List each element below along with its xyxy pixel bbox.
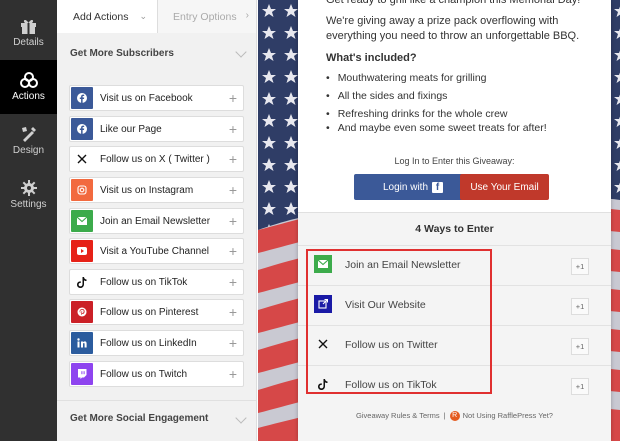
plus-icon[interactable]: + [223, 244, 243, 258]
action-follow-x[interactable]: Follow us on X ( Twitter ) + [69, 146, 244, 172]
gear-icon [20, 180, 37, 196]
design-icon [21, 127, 36, 142]
login-fb-label: Login with [382, 181, 429, 193]
nav-details[interactable]: Details [0, 6, 57, 60]
facebook-icon: f [432, 181, 444, 193]
left-nav: Details Actions Design Settings [0, 0, 57, 441]
login-email-label: Use Your Email [470, 181, 539, 193]
ways-title: 4 Ways to Enter [415, 223, 494, 235]
points-badge: +1 [571, 338, 589, 355]
plus-icon[interactable]: + [223, 152, 243, 166]
facebook-icon [71, 87, 93, 109]
action-like-page[interactable]: Like our Page + [69, 116, 244, 142]
action-label: Follow us on LinkedIn [100, 337, 197, 349]
highlight-box [306, 249, 492, 394]
action-youtube[interactable]: Visit a YouTube Channel + [69, 238, 244, 264]
points-badge: +1 [571, 258, 589, 275]
bullet-item: Refreshing drinks for the whole crew [326, 108, 508, 120]
action-visit-facebook[interactable]: Visit us on Facebook + [69, 85, 244, 111]
rafflepress-logo-icon: R [449, 411, 460, 422]
rules-link[interactable]: Giveaway Rules & Terms [356, 411, 440, 420]
panel-tabs: Add Actions ⌄ Entry Options › [57, 0, 256, 33]
plus-icon[interactable]: + [223, 305, 243, 319]
email-icon [71, 210, 93, 232]
intro-line-1: Get ready to grill like a champion this … [326, 0, 581, 6]
tab-entry-options-label: Entry Options [173, 10, 237, 23]
tab-entry-options[interactable]: Entry Options › [157, 0, 256, 33]
action-label: Like our Page [100, 123, 162, 135]
nav-actions-label: Actions [12, 91, 45, 102]
footer-separator: | [443, 411, 446, 420]
action-label: Visit a YouTube Channel [100, 245, 209, 257]
plus-icon[interactable]: + [223, 122, 243, 136]
plus-icon[interactable]: + [223, 336, 243, 350]
action-label: Visit us on Instagram [100, 184, 194, 196]
chevron-right-icon: › [245, 10, 249, 21]
plus-icon[interactable]: + [223, 275, 243, 289]
action-linkedin[interactable]: Follow us on LinkedIn + [69, 330, 244, 356]
use-your-email-button[interactable]: Use Your Email [460, 174, 549, 200]
x-icon [71, 148, 93, 170]
action-label: Join an Email Newsletter [100, 215, 211, 227]
login-with-facebook-button[interactable]: Login with f [354, 174, 472, 200]
points-badge: +1 [571, 378, 589, 395]
action-email-newsletter[interactable]: Join an Email Newsletter + [69, 208, 244, 234]
twitch-icon [71, 363, 93, 385]
points-badge: +1 [571, 298, 589, 315]
youtube-icon [71, 240, 93, 262]
action-tiktok[interactable]: Follow us on TikTok + [69, 269, 244, 295]
linkedin-icon [71, 332, 93, 354]
instagram-icon [71, 179, 93, 201]
included-heading: What's included? [326, 52, 417, 64]
chevron-down-icon [235, 412, 247, 424]
tiktok-icon [71, 271, 93, 293]
nav-design[interactable]: Design [0, 114, 57, 168]
pinterest-icon [71, 301, 93, 323]
bullet-item: All the sides and fixings [326, 90, 448, 102]
plus-icon[interactable]: + [223, 214, 243, 228]
action-label: Visit us on Facebook [100, 92, 193, 104]
card-footer: Giveaway Rules & Terms | R Not Using Raffle… [298, 411, 611, 422]
section-get-more-social-engagement[interactable]: Get More Social Engagement [57, 400, 256, 436]
nav-settings-label: Settings [10, 199, 47, 210]
actions-icon [19, 72, 38, 88]
action-pinterest[interactable]: Follow us on Pinterest + [69, 299, 244, 325]
plus-icon[interactable]: + [223, 367, 243, 381]
section-title: Get More Subscribers [70, 47, 174, 59]
action-visit-instagram[interactable]: Visit us on Instagram + [69, 177, 244, 203]
intro-line-2b: everything you need to throw an unforget… [326, 30, 580, 42]
gift-icon [21, 19, 36, 34]
rafflepress-link[interactable]: Not Using RafflePress Yet? [463, 411, 553, 420]
chevron-down-icon [235, 46, 247, 58]
tab-add-actions[interactable]: Add Actions ⌄ [57, 0, 157, 33]
bullet-item: Mouthwatering meats for grilling [326, 72, 487, 84]
action-label: Follow us on Twitch [100, 368, 188, 380]
action-label: Follow us on TikTok [100, 276, 188, 288]
tab-add-actions-label: Add Actions [73, 10, 129, 23]
giveaway-description: Get ready to grill like a champion this … [298, 0, 611, 212]
login-label: Log In to Enter this Giveaway: [394, 156, 515, 166]
nav-actions[interactable]: Actions [0, 60, 57, 114]
chevron-down-icon: ⌄ [139, 11, 147, 21]
action-label: Follow us on X ( Twitter ) [100, 153, 210, 165]
plus-icon[interactable]: + [223, 183, 243, 197]
nav-details-label: Details [13, 37, 44, 48]
action-label: Follow us on Pinterest [100, 306, 199, 318]
intro-line-2a: We're giving away a prize pack overflowi… [326, 15, 559, 27]
plus-icon[interactable]: + [223, 91, 243, 105]
bullet-item: And maybe even some sweet treats for aft… [326, 122, 547, 134]
action-twitch[interactable]: Follow us on Twitch + [69, 361, 244, 387]
facebook-icon [71, 118, 93, 140]
section-get-more-subscribers[interactable]: Get More Subscribers [57, 35, 256, 71]
actions-panel: Add Actions ⌄ Entry Options › Get More S… [57, 0, 257, 441]
nav-design-label: Design [12, 145, 45, 156]
section-title: Get More Social Engagement [70, 413, 209, 424]
nav-settings[interactable]: Settings [0, 168, 57, 222]
